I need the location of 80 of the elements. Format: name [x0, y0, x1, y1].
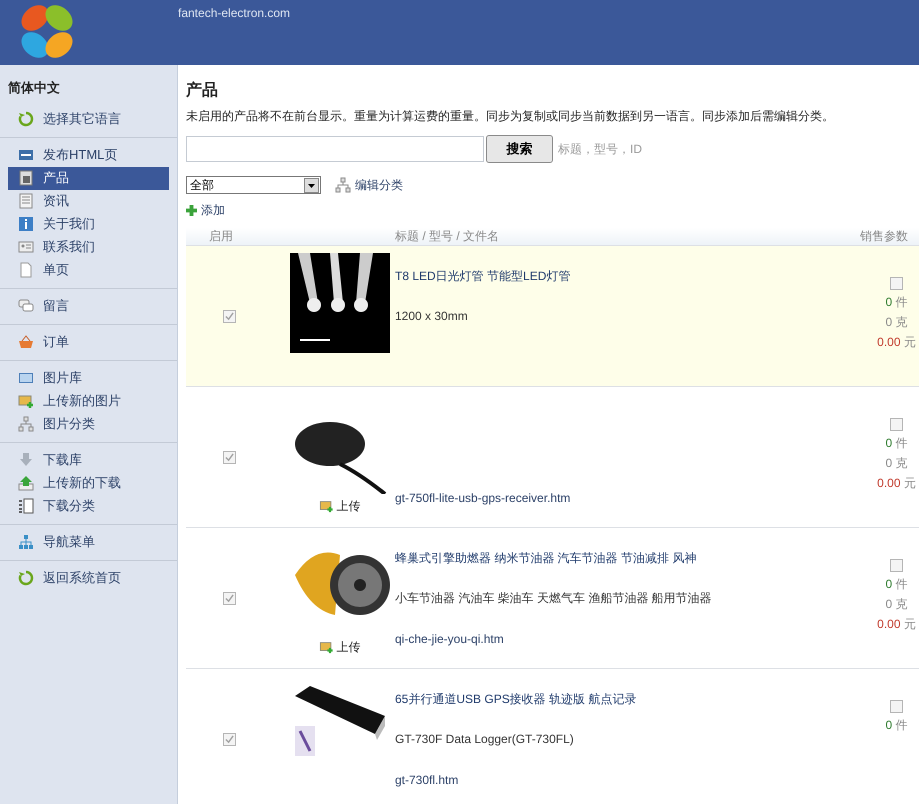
help-text: 未启用的产品将不在前台显示。重量为计算运费的重量。同步为复制或同步当前数据到另一语言。同步添加后需编辑分类。: [186, 108, 835, 125]
file-name: qi-che-jie-you-qi.htm: [395, 631, 504, 648]
sidebar-item[interactable]: 产品: [8, 166, 169, 190]
file-name: gt-750fl-lite-usb-gps-receiver.htm: [395, 490, 570, 507]
sidebar-item[interactable]: 发布HTML页: [8, 144, 169, 166]
stock-quantity: 0 件: [885, 435, 908, 452]
stock-quantity: 0 件: [885, 294, 908, 311]
page-icon: [18, 262, 34, 278]
contact-card-icon: [18, 239, 34, 255]
enable-checkbox[interactable]: [223, 310, 236, 322]
enable-checkbox[interactable]: [223, 592, 236, 604]
list-icon: [18, 498, 34, 514]
stock-quantity: 0 件: [885, 717, 908, 734]
price-value: 0.00 元: [877, 475, 916, 492]
upload-link[interactable]: 上传: [318, 638, 360, 656]
chat-icon: [18, 298, 34, 314]
image-add-icon: [18, 393, 34, 409]
file-name: gt-730fl.htm: [395, 772, 458, 789]
plus-icon: [186, 204, 197, 216]
sidebar-item[interactable]: 下载分类: [8, 494, 169, 518]
product-spec: 1200 x 30mm: [395, 308, 468, 325]
weight-value: 0 克: [885, 596, 908, 613]
html-icon: [18, 147, 34, 163]
hierarchy-icon: [18, 416, 34, 432]
edit-category-link[interactable]: 编辑分类: [335, 176, 403, 194]
upload-link[interactable]: 上传: [318, 497, 360, 515]
price-value: 0.00 元: [877, 334, 916, 351]
product-spec: GT-730F Data Logger(GT-730FL): [395, 731, 574, 748]
product-title-link[interactable]: T8 LED日光灯管 节能型LED灯管: [395, 267, 570, 285]
sidebar-item[interactable]: 上传新的下载: [8, 472, 169, 494]
refresh-icon: [18, 570, 34, 586]
newspaper-icon: [18, 193, 34, 209]
column-header: 标题 / 型号 / 文件名: [395, 228, 500, 245]
sidebar-item[interactable]: 单页: [8, 258, 169, 282]
weight-value: 0 克: [885, 314, 908, 331]
refresh-icon: [18, 111, 34, 127]
image-icon: [18, 370, 34, 386]
image-add-icon: [318, 499, 334, 513]
image-add-icon: [318, 640, 334, 654]
sidebar-item[interactable]: 联系我们: [8, 236, 169, 258]
sync-checkbox[interactable]: [890, 277, 903, 290]
download-icon: [18, 452, 34, 468]
search-hint: 标题，型号，ID: [558, 141, 642, 158]
page-title: 产品: [186, 80, 219, 101]
sitemap-icon: [18, 534, 34, 550]
document-icon: [18, 170, 34, 186]
sidebar-item[interactable]: 订单: [8, 330, 169, 354]
sync-checkbox[interactable]: [890, 559, 903, 572]
sidebar-item[interactable]: 资讯: [8, 190, 169, 212]
sync-checkbox[interactable]: [890, 700, 903, 713]
search-field[interactable]: [186, 136, 484, 162]
category-select[interactable]: 全部: [186, 176, 321, 194]
language-heading: 简体中文: [7, 79, 61, 97]
enable-checkbox[interactable]: [223, 732, 236, 746]
sidebar-item[interactable]: 下载库: [8, 448, 169, 472]
sync-checkbox[interactable]: [890, 418, 903, 431]
upload-icon: [18, 475, 34, 491]
price-value: 0.00 元: [877, 616, 916, 633]
weight-value: 0 克: [885, 455, 908, 472]
sidebar-item[interactable]: 上传新的图片: [8, 390, 169, 412]
column-header: 启用: [208, 228, 234, 245]
basket-icon: [18, 334, 34, 350]
product-spec: 小车节油器 汽油车 柴油车 天燃气车 渔船节油器 船用节油器: [395, 590, 712, 607]
sidebar-item[interactable]: 返回系统首页: [8, 566, 169, 590]
info-icon: [18, 216, 34, 232]
add-link[interactable]: 添加: [186, 201, 225, 219]
sidebar-item[interactable]: 留言: [8, 294, 169, 318]
sidebar-item[interactable]: 选择其它语言: [8, 108, 169, 130]
search-button[interactable]: 搜索: [486, 135, 553, 163]
product-title-link[interactable]: 蜂巢式引擎助燃器 纳米节油器 汽车节油器 节油减排 风神: [395, 549, 696, 567]
hierarchy-icon: [335, 177, 351, 193]
sidebar-item[interactable]: 图片库: [8, 366, 169, 390]
sidebar-item[interactable]: 导航菜单: [8, 530, 169, 554]
sidebar-item[interactable]: 图片分类: [8, 412, 169, 436]
site-domain: fantech-electron.com: [178, 5, 290, 22]
column-header: 销售参数: [859, 228, 908, 245]
sidebar-item[interactable]: 关于我们: [8, 212, 169, 236]
enable-checkbox[interactable]: [223, 450, 236, 464]
product-title-link[interactable]: 65并行通道USB GPS接收器 轨迹版 航点记录: [395, 690, 636, 708]
stock-quantity: 0 件: [885, 576, 908, 593]
